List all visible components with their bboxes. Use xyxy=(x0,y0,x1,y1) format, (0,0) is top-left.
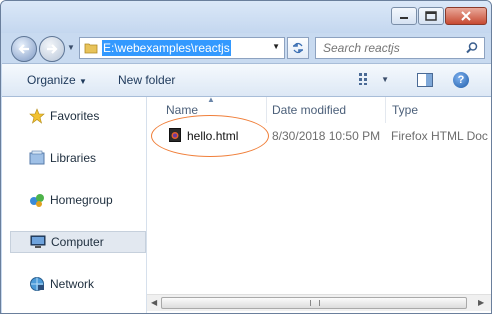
file-list-view: ▲ Name Date modified Type hello.html 8/3… xyxy=(147,95,491,313)
address-field[interactable]: E:\webexamples\reactjs ▼ xyxy=(79,37,285,59)
view-dropdown-icon: ▼ xyxy=(381,74,389,84)
computer-icon xyxy=(29,234,47,250)
caption-buttons xyxy=(390,7,487,25)
preview-pane-button[interactable] xyxy=(417,73,433,90)
maximize-button[interactable] xyxy=(418,7,444,25)
scroll-right-icon[interactable]: ▶ xyxy=(478,298,484,307)
sidebar-item-network[interactable]: Network xyxy=(10,273,146,295)
explorer-window: ▼ E:\webexamples\reactjs ▼ Organize ▼ Ne… xyxy=(0,0,492,314)
back-arrow-icon xyxy=(18,44,29,54)
address-dropdown-icon[interactable]: ▼ xyxy=(272,42,280,51)
scrollbar-thumb[interactable] xyxy=(161,297,467,309)
folder-icon xyxy=(84,43,98,54)
maximize-icon xyxy=(425,11,437,21)
organize-label: Organize xyxy=(27,73,76,87)
minimize-button[interactable] xyxy=(391,7,417,25)
sidebar-item-label: Homegroup xyxy=(50,193,113,207)
horizontal-scrollbar[interactable]: ◀ ▶ xyxy=(147,294,491,311)
close-icon xyxy=(461,11,471,21)
refresh-icon xyxy=(293,42,303,54)
address-bar-row: ▼ E:\webexamples\reactjs ▼ xyxy=(1,33,491,63)
column-header-type[interactable]: Type xyxy=(392,103,418,117)
grip-icon xyxy=(310,300,320,306)
sidebar-item-label: Libraries xyxy=(50,151,97,165)
view-options-icon xyxy=(359,73,367,85)
file-type: Firefox HTML Doc xyxy=(391,129,488,143)
sidebar-item-label: Computer xyxy=(51,235,104,249)
refresh-button[interactable] xyxy=(287,37,309,59)
close-button[interactable] xyxy=(445,7,487,25)
sort-ascending-icon: ▲ xyxy=(207,95,215,104)
sidebar-item-computer[interactable]: Computer xyxy=(10,231,146,253)
help-button[interactable]: ? xyxy=(453,72,469,88)
search-icon[interactable] xyxy=(465,41,479,55)
homegroup-icon xyxy=(28,192,46,208)
forward-arrow-icon xyxy=(47,44,58,54)
recent-pages-dropdown[interactable]: ▼ xyxy=(67,43,75,52)
new-folder-button[interactable]: New folder xyxy=(118,73,175,87)
sidebar-item-favorites[interactable]: Favorites xyxy=(10,105,146,127)
chevron-down-icon: ▼ xyxy=(79,77,87,86)
column-divider[interactable] xyxy=(385,97,386,123)
network-icon xyxy=(28,276,46,292)
column-header-date-modified[interactable]: Date modified xyxy=(272,103,346,117)
sidebar-item-label: Favorites xyxy=(50,109,100,123)
column-divider[interactable] xyxy=(266,97,267,123)
organize-button[interactable]: Organize ▼ xyxy=(27,73,87,87)
change-view-button[interactable]: ▼ xyxy=(359,73,389,85)
search-box[interactable] xyxy=(315,37,485,59)
sidebar-item-libraries[interactable]: Libraries xyxy=(10,147,146,169)
command-bar: Organize ▼ New folder ▼ ? xyxy=(2,63,491,97)
forward-button[interactable] xyxy=(39,36,65,62)
highlight-annotation xyxy=(151,115,269,157)
search-input[interactable] xyxy=(321,40,465,56)
star-icon xyxy=(28,108,46,124)
scroll-left-icon[interactable]: ◀ xyxy=(151,298,157,307)
preview-pane-icon xyxy=(417,73,433,87)
back-button[interactable] xyxy=(11,36,37,62)
sidebar-item-label: Network xyxy=(50,277,95,291)
navigation-pane: Favorites Libraries Homegroup Computer N… xyxy=(2,97,147,313)
title-bar xyxy=(1,1,491,33)
address-path[interactable]: E:\webexamples\reactjs xyxy=(102,40,231,56)
minimize-icon xyxy=(400,17,408,19)
file-date-modified: 8/30/2018 10:50 PM xyxy=(272,129,381,143)
sidebar-item-homegroup[interactable]: Homegroup xyxy=(10,189,146,211)
library-icon xyxy=(28,150,46,166)
